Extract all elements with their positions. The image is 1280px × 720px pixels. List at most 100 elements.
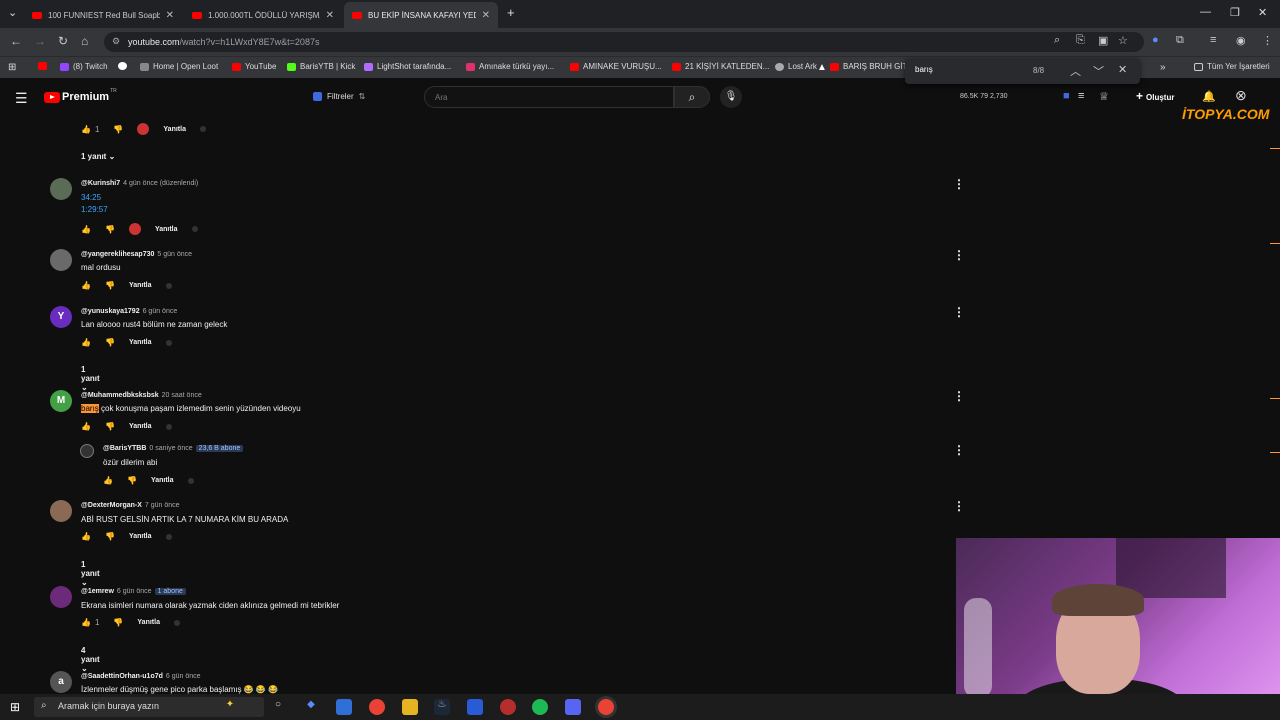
reply-button[interactable]: Yanıtla	[151, 477, 174, 484]
bookmark-aminake[interactable]: AMINAKE VURUŞU...	[570, 62, 662, 71]
bookmark-youtube-home[interactable]: YouTube	[232, 62, 276, 71]
dislike-icon[interactable]: 👎	[105, 422, 115, 431]
avatar[interactable]	[50, 249, 72, 271]
comment-menu-icon[interactable]: ⋮	[953, 389, 965, 403]
find-next-icon[interactable]: ﹀	[1093, 63, 1104, 79]
profile-icon[interactable]: ◉	[1236, 34, 1246, 47]
avatar[interactable]: Y	[50, 306, 72, 328]
bookmark-youtube[interactable]	[38, 62, 51, 70]
dislike-icon[interactable]: 👎	[113, 125, 123, 134]
more-bookmarks-icon[interactable]: »	[1160, 62, 1166, 73]
reply-button[interactable]: Yanıtla	[129, 339, 152, 346]
filters-button[interactable]: Filtreler ⇅	[313, 92, 365, 101]
media-icon[interactable]: ≡	[1210, 34, 1216, 46]
reader-icon[interactable]: ▣	[1098, 34, 1108, 47]
minimize-icon[interactable]: —	[1200, 6, 1211, 18]
find-input[interactable]: barış	[915, 65, 933, 74]
zoom-icon[interactable]: ⌕	[1054, 34, 1060, 47]
chrome-app-icon[interactable]	[369, 699, 385, 715]
tab-1[interactable]: 100 FUNNIEST Red Bull Soapbo ✕	[24, 2, 182, 28]
like-icon[interactable]: 👍	[81, 422, 91, 431]
account-avatar-icon[interactable]: ⊗	[1235, 87, 1247, 104]
bookmark-google[interactable]	[118, 62, 131, 70]
bookmark-lost-ark[interactable]: Lost Ark	[775, 62, 817, 71]
extension-icon-blue[interactable]: ■	[1063, 90, 1070, 102]
voice-search-icon[interactable]: 🎙	[720, 86, 742, 108]
reply-button[interactable]: Yanıtla	[137, 619, 160, 626]
replies-toggle[interactable]: 1 yanıt ⌄	[81, 560, 100, 587]
avatar[interactable]	[50, 500, 72, 522]
avatar[interactable]: M	[50, 390, 72, 412]
like-icon[interactable]: 👍	[81, 618, 91, 627]
dislike-icon[interactable]: 👎	[105, 281, 115, 290]
reply-button[interactable]: Yanıtla	[129, 282, 152, 289]
bookmark-twitch[interactable]: (8) Twitch	[60, 62, 108, 71]
dislike-icon[interactable]: 👎	[127, 476, 137, 485]
forward-icon[interactable]: →	[34, 34, 46, 48]
app-icon[interactable]: ◆	[303, 699, 319, 715]
bookmark-kick[interactable]: BarisYTB | Kick	[287, 62, 355, 71]
back-icon[interactable]: ←	[10, 34, 22, 48]
tab-search-icon[interactable]: ⌄	[8, 6, 17, 19]
bookmark-baris-bruh[interactable]: BARIŞ BRUH GİTA	[830, 62, 912, 71]
reply-button[interactable]: Yanıtla	[129, 423, 152, 430]
dislike-icon[interactable]: 👎	[105, 225, 115, 234]
comment-menu-icon[interactable]: ⋮	[953, 248, 965, 262]
close-window-icon[interactable]: ✕	[1258, 6, 1267, 19]
like-icon[interactable]: 👍	[81, 125, 91, 134]
site-info-icon[interactable]: ⚙	[112, 36, 120, 47]
tab-3-active[interactable]: BU EKİP İNSANA KAFAYI YEDİR ✕	[344, 2, 498, 28]
extension-award-icon[interactable]: ♕	[1099, 90, 1109, 103]
extension-list-icon[interactable]: ≡	[1078, 90, 1084, 102]
reply-button[interactable]: Yanıtla	[155, 226, 178, 233]
dislike-icon[interactable]: 👎	[113, 618, 123, 627]
app-icon[interactable]	[500, 699, 516, 715]
find-close-icon[interactable]: ✕	[1118, 63, 1127, 76]
close-tab-icon[interactable]: ✕	[166, 10, 174, 21]
like-icon[interactable]: 👍	[81, 532, 91, 541]
close-tab-icon[interactable]: ✕	[326, 10, 334, 21]
comment-menu-icon[interactable]: ⋮	[953, 177, 965, 191]
install-icon[interactable]: ⎘	[1076, 34, 1085, 47]
chrome-active-app-icon[interactable]	[598, 699, 614, 715]
extension-icon[interactable]: ●	[1152, 34, 1159, 46]
timestamp-link[interactable]: 1:29:57	[81, 205, 108, 214]
comment-time[interactable]: 4 gün önce (düzenlendi)	[123, 180, 198, 187]
bookmark-lightshot[interactable]: LightShot tarafında...	[364, 62, 451, 71]
url-field[interactable]: ⚙ youtube.com/watch?v=h1LWxdY8E7w&t=2087…	[104, 32, 1144, 52]
dislike-icon[interactable]: 👎	[105, 532, 115, 541]
replies-toggle[interactable]: 1 yanıt ⌄	[81, 365, 100, 392]
avatar[interactable]	[50, 586, 72, 608]
all-bookmarks[interactable]: Tüm Yer İşaretleri	[1194, 62, 1270, 71]
hamburger-menu-icon[interactable]: ☰	[15, 90, 28, 107]
comment-author[interactable]: @Kurinshi7	[81, 180, 120, 187]
timestamp-link[interactable]: 34:25	[81, 193, 101, 202]
bookmark-star-icon[interactable]: ☆	[1118, 34, 1128, 47]
home-icon[interactable]: ⌂	[81, 34, 88, 48]
steam-app-icon[interactable]: ♨	[434, 699, 450, 715]
avatar[interactable]	[80, 444, 94, 458]
dislike-icon[interactable]: 👎	[105, 338, 115, 347]
explorer-app-icon[interactable]	[402, 699, 418, 715]
replies-toggle[interactable]: 1 yanıt ⌄	[81, 152, 115, 161]
avatar[interactable]	[50, 178, 72, 200]
apps-grid-icon[interactable]: ⊞	[8, 62, 16, 73]
create-button[interactable]: + Oluştur	[1136, 89, 1174, 103]
youtube-premium-logo[interactable]: Premium TR	[44, 88, 117, 103]
like-icon[interactable]: 👍	[81, 338, 91, 347]
bookmark-instagram[interactable]: Amınake türkü yayı...	[466, 62, 554, 71]
like-icon[interactable]: 👍	[81, 225, 91, 234]
comment-menu-icon[interactable]: ⋮	[953, 443, 965, 457]
like-icon[interactable]: 👍	[81, 281, 91, 290]
avatar[interactable]: a	[50, 671, 72, 693]
notifications-bell-icon[interactable]: 🔔	[1202, 90, 1216, 103]
spotify-app-icon[interactable]	[532, 699, 548, 715]
restore-icon[interactable]: ❐	[1230, 6, 1240, 19]
search-input[interactable]: Ara	[424, 86, 674, 108]
reply-button[interactable]: Yanıtla	[129, 533, 152, 540]
new-tab-icon[interactable]: +	[507, 5, 515, 20]
find-previous-icon[interactable]: ︿	[1070, 63, 1081, 79]
task-view-icon[interactable]: ○	[270, 699, 286, 715]
reply-button[interactable]: Yanıtla	[163, 126, 186, 133]
discord-app-icon[interactable]	[565, 699, 581, 715]
